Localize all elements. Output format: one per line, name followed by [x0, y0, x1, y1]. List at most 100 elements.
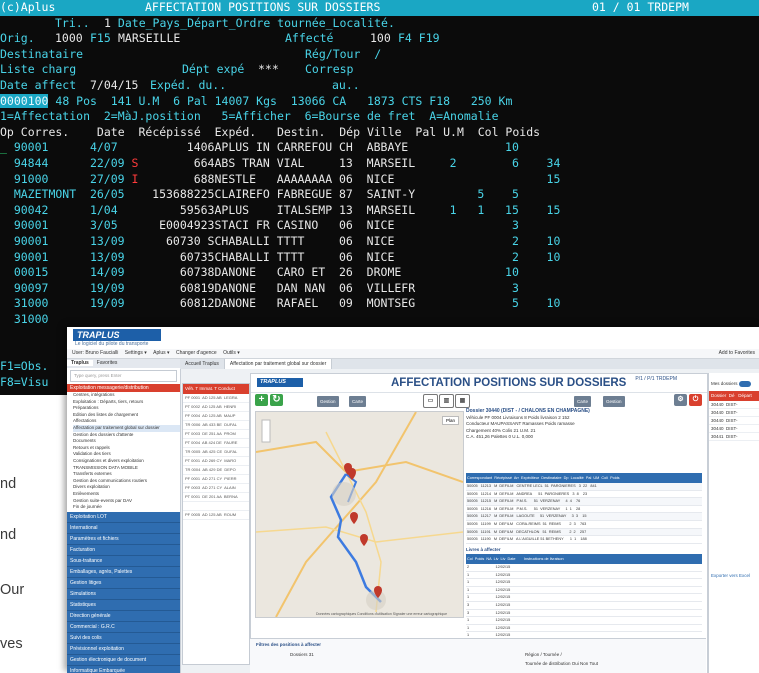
tree-item[interactable]: Documents — [73, 438, 180, 445]
tree-item[interactable]: Affectation par traitement global sur do… — [73, 424, 180, 432]
cell-op[interactable] — [0, 250, 14, 266]
filter-tournee[interactable]: Tournée de distribution Oui Non Tout — [525, 661, 598, 666]
cell-op[interactable] — [0, 281, 14, 297]
my-dossier-row[interactable]: 30440 DIST- — [709, 417, 759, 425]
vehicle-row[interactable]: TR 0004 AB 429 DE DEPO — [183, 466, 249, 475]
to-assign-row[interactable]: 1 12/02/15 — [466, 572, 702, 580]
vehicle-row[interactable] — [183, 502, 249, 511]
tree-item[interactable]: Gestion suite-events par DAV — [73, 498, 180, 505]
vehicle-row[interactable]: PF 0003 AD 271 CY ALAIN — [183, 484, 249, 493]
toolbar-carte-2[interactable]: Carte — [574, 396, 592, 407]
filter-region[interactable]: Région / Tournée / — [525, 652, 562, 657]
app-logo[interactable]: TRAPLUS — [73, 329, 161, 341]
vehicle-row[interactable]: PT 0004 AB 424 DE FAURE — [183, 439, 249, 448]
vehicle-row[interactable]: TR 0005 AB 425 CE DUFAL — [183, 448, 249, 457]
terminal-row[interactable]: 90001 13/09 60730 S CHABALLI TTTT 06 NICE 2 10 — [0, 234, 759, 250]
sort-number[interactable]: 1 — [104, 16, 111, 32]
menu-aplus[interactable]: Aplus ▾ — [153, 350, 169, 356]
tree-item[interactable]: TRANSMISSION DATA MOBILE — [73, 465, 180, 472]
terminal-row[interactable]: 31000 — [0, 312, 759, 328]
my-dossier-row[interactable]: 30440 DIST- — [709, 409, 759, 417]
tree-item[interactable]: Gestion des dossiers d'attente — [73, 432, 180, 439]
map-mode-toggle[interactable]: Plan — [441, 416, 459, 425]
position-row[interactable]: 50005 11199 M DEFILM CORA-REIMS 51 REIMS… — [466, 521, 702, 529]
cell-op[interactable]: _ — [0, 140, 14, 156]
cell-op[interactable] — [0, 187, 14, 203]
toolbar-carte[interactable]: Carte — [349, 396, 367, 407]
to-assign-row[interactable]: 1 12/02/15 — [466, 617, 702, 625]
sidebar-search-input[interactable]: Type query, press Enter — [70, 370, 177, 382]
tab-favorites[interactable]: Favorites — [93, 360, 122, 366]
my-dossier-row[interactable]: 30441 DIST- — [709, 433, 759, 441]
tree-item[interactable]: Affectations — [73, 418, 180, 425]
origin-value[interactable]: 1000 — [55, 31, 83, 47]
vehicle-row[interactable]: PT 0003 DE 251 AA PROM — [183, 430, 249, 439]
power-icon[interactable]: ⏻ — [689, 394, 702, 406]
sidebar-section[interactable]: International — [67, 523, 180, 534]
position-row[interactable]: 50005 11217 M DEFILM LAGOUTE 51 VERZENAY… — [466, 513, 702, 521]
date-value[interactable]: 7/04/15 — [90, 78, 138, 94]
vehicle-row[interactable]: PT 0001 DE 201 AA BERNA — [183, 493, 249, 502]
menu-agency[interactable]: Changer d'agence — [176, 350, 217, 356]
sidebar-section[interactable]: Exploitation LOT — [67, 512, 180, 523]
filter-dossiers[interactable]: Dossiers 31 — [290, 652, 314, 657]
cell-op[interactable] — [0, 218, 14, 234]
tree-item[interactable]: Consignations et divers exploitation — [73, 458, 180, 465]
sidebar-section[interactable]: Simulations — [67, 589, 180, 600]
vehicle-row[interactable]: PF 0001 AD 125 AB LEGRA — [183, 394, 249, 403]
to-assign-row[interactable]: 3 12/02/15 — [466, 602, 702, 610]
terminal-row[interactable]: 91000 27/09 I 688 NESTLE AAAAAAAA 06 NICE 15 — [0, 172, 759, 188]
sidebar-section[interactable]: Gestion litiges — [67, 578, 180, 589]
sidebar-section[interactable]: Gestion électronique de document — [67, 655, 180, 666]
route-map[interactable]: Plan Données cartographiques Conditions … — [255, 411, 464, 618]
terminal-row[interactable]: 00015 14/09 60738 DANONE CARO ET 26 DROME 10 — [0, 265, 759, 281]
dept-value[interactable]: *** — [258, 62, 279, 78]
tree-item[interactable]: Exploitation : Départs, tiers, retours — [73, 399, 180, 406]
sidebar-section[interactable]: Prévisionnel exploitation — [67, 644, 180, 655]
tree-item[interactable]: Divers exploitation — [73, 484, 180, 491]
refresh-button[interactable]: ↻ — [270, 394, 283, 406]
terminal-row[interactable]: _ 90001 4/07 1406 APLUS IN CARREFOU CH ABBAYE 10 — [0, 140, 759, 156]
to-assign-row[interactable]: 1 12/02/15 — [466, 579, 702, 587]
tab-affectation[interactable]: Affectation par traitement global sur do… — [224, 359, 333, 369]
position-row[interactable]: 50005 11191 M DEFILM DECATHLON 51 REIMS … — [466, 528, 702, 537]
to-assign-row[interactable]: 2 12/02/15 — [466, 564, 702, 572]
menu-tools[interactable]: Outils ▾ — [223, 350, 240, 356]
sidebar-section[interactable]: Sous-traitance — [67, 556, 180, 567]
vehicle-row[interactable]: PF 0005 AD 125 AB ROUM — [183, 511, 249, 520]
view-split-icon[interactable]: ▥ — [439, 394, 454, 408]
my-dossiers-toggle[interactable] — [739, 381, 751, 387]
tree-item[interactable]: Edition des listes de chargement — [73, 412, 180, 419]
add-button[interactable]: + — [255, 394, 268, 406]
cell-op[interactable] — [0, 312, 14, 328]
view-grid-icon[interactable]: ▦ — [455, 394, 470, 408]
terminal-row[interactable]: MAZETMONT 26/05 153688225 CLAIREFO FABREGUE 8… — [0, 187, 759, 203]
vehicle-row[interactable]: PF 0004 AD 125 AB MAUP — [183, 412, 249, 421]
sidebar-section[interactable]: Direction générale — [67, 611, 180, 622]
tab-home[interactable]: Accueil Traplus — [180, 359, 225, 369]
tab-traplus[interactable]: Traplus — [67, 360, 93, 366]
tree-item[interactable]: Gestion des communications routiers — [73, 478, 180, 485]
sidebar-section[interactable]: Statistiques — [67, 600, 180, 611]
cell-op[interactable] — [0, 265, 14, 281]
favorites-link[interactable]: Add to Favorites — [719, 349, 755, 358]
cell-op[interactable] — [0, 172, 14, 188]
toolbar-gestion-2[interactable]: Gestion — [603, 396, 625, 407]
cell-op[interactable] — [0, 234, 14, 250]
my-dossier-row[interactable]: 30440 DIST- — [709, 425, 759, 433]
sidebar-section[interactable]: Commercial : G.R.C — [67, 622, 180, 633]
tree-item[interactable]: Fin de journée — [73, 504, 180, 511]
position-row[interactable]: 50005 11213 M DEFILM CENTRE LECL 51 PARG… — [466, 483, 702, 491]
settings-icon[interactable]: ⚙ — [674, 394, 687, 406]
terminal-row[interactable]: 94844 22/09 S 664 ABS TRAN VIAL 13 MARSEIL 2 6 34 — [0, 156, 759, 172]
sidebar-active-section[interactable]: Exploitation messagerie/distribution — [67, 384, 180, 392]
sidebar-section[interactable]: Paramètres et fichiers — [67, 534, 180, 545]
terminal-row[interactable]: 31000 19/09 60812 DANONE RAFAEL 09 MONTSEG 5 10 — [0, 296, 759, 312]
terminal-row[interactable]: 90097 19/09 60819 DANONE DAN NAN 06 VILLEFR 3 — [0, 281, 759, 297]
to-assign-row[interactable]: 1 12/02/15 — [466, 625, 702, 633]
tree-item[interactable]: Préparations — [73, 405, 180, 412]
tree-item[interactable]: Transferts externes — [73, 471, 180, 478]
tree-item[interactable]: Validation des tiers — [73, 451, 180, 458]
view-list-icon[interactable]: ▭ — [423, 394, 438, 408]
vehicle-row[interactable]: TR 0006 AB 433 BE DUFAL — [183, 421, 249, 430]
